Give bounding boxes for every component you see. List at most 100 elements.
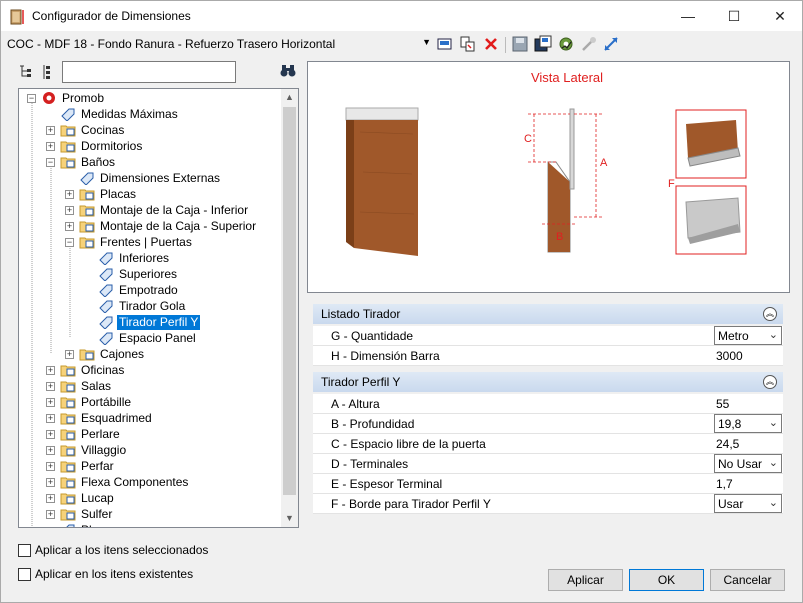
section-header-tirador-perfil-y[interactable]: Tirador Perfil Y ︽ — [313, 372, 783, 392]
tree-item-montaje-inferior[interactable]: Montaje de la Caja - Inferior — [79, 202, 250, 218]
scroll-down-icon[interactable]: ▼ — [281, 510, 298, 527]
tree-item-flexa-componentes[interactable]: Flexa Componentes — [60, 474, 190, 490]
folder-icon — [79, 221, 95, 233]
tree-expander[interactable]: + — [46, 494, 55, 503]
collapse-chevron-icon[interactable]: ︽ — [763, 307, 777, 321]
minimize-button[interactable]: — — [665, 1, 711, 31]
tree-item-espacio-panel[interactable]: Espacio Panel — [98, 330, 198, 346]
tree-item-dormitorios[interactable]: Dormitorios — [60, 138, 144, 154]
tree-item-label: Dimensiones Externas — [100, 170, 221, 185]
tree-item-cajones[interactable]: Cajones — [79, 346, 146, 362]
maximize-button[interactable]: ☐ — [711, 1, 757, 31]
prop-name: D - Terminales — [331, 457, 409, 471]
tree-expander[interactable]: + — [46, 430, 55, 439]
chevron-down-icon: ⌄ — [768, 497, 778, 509]
tree-item-banos[interactable]: Baños — [60, 154, 117, 170]
scroll-thumb[interactable] — [283, 107, 296, 495]
prop-value: Usar — [718, 497, 744, 511]
tree-expander[interactable]: + — [46, 366, 55, 375]
delete-config-icon[interactable] — [482, 35, 500, 53]
dim-label-b: B — [556, 231, 563, 243]
tag-icon — [99, 332, 113, 345]
tree-expander[interactable]: + — [46, 382, 55, 391]
tree-item-dimensiones-externas[interactable]: Dimensiones Externas — [79, 170, 222, 186]
tree-expander[interactable]: − — [65, 238, 74, 247]
copy-config-icon[interactable] — [459, 35, 477, 53]
borde-dropdown[interactable]: Usar ⌄ — [714, 494, 782, 513]
tree-item-sulfer[interactable]: Sulfer — [60, 506, 114, 522]
apply-button[interactable]: Aplicar — [548, 569, 623, 591]
tree-expander[interactable]: − — [46, 158, 55, 167]
tree-item-esquadrimed[interactable]: Esquadrimed — [60, 410, 154, 426]
espesor-terminal-value[interactable]: 1,7 — [716, 477, 781, 491]
tree-expander[interactable]: + — [65, 222, 74, 231]
settings-gear-icon[interactable] — [557, 35, 575, 53]
ok-button[interactable]: OK — [629, 569, 704, 591]
tree-item-frentes-puertas[interactable]: Frentes | Puertas — [79, 234, 194, 250]
prop-row-borde: F - Borde para Tirador Perfil Y Usar ⌄ — [313, 494, 783, 514]
tree-item-promob[interactable]: Promob — [41, 90, 106, 106]
close-button[interactable]: ✕ — [757, 1, 803, 31]
tree-item-portabille[interactable]: Portábille — [60, 394, 133, 410]
tree-item-salas[interactable]: Salas — [60, 378, 113, 394]
save-icon[interactable] — [511, 35, 529, 53]
tree-expander[interactable]: + — [65, 350, 74, 359]
tree-item-cocinas[interactable]: Cocinas — [60, 122, 126, 138]
dimension-barra-value[interactable]: 3000 — [716, 349, 781, 363]
tree-item-medidas-maximas[interactable]: Medidas Máximas — [60, 106, 180, 122]
tree-item-villaggio[interactable]: Villaggio — [60, 442, 128, 458]
tree-expander[interactable]: + — [46, 478, 55, 487]
tree-item-perlare[interactable]: Perlare — [60, 426, 122, 442]
tree-item-oficinas[interactable]: Oficinas — [60, 362, 126, 378]
tree-expander[interactable]: + — [65, 206, 74, 215]
tree-expander[interactable]: + — [46, 398, 55, 407]
category-tree[interactable]: − Promob Medidas Máximas + Cocinas + Dor… — [18, 88, 299, 528]
tree-item-empotrado[interactable]: Empotrado — [98, 282, 180, 298]
tree-search-input[interactable] — [62, 61, 236, 83]
tree-item-partial[interactable]: Pl — [60, 522, 94, 527]
altura-value[interactable]: 55 — [716, 397, 781, 411]
binoculars-icon[interactable] — [280, 64, 296, 78]
tree-expander[interactable]: − — [27, 94, 36, 103]
folder-icon — [60, 461, 76, 473]
quantidade-dropdown[interactable]: Metro ⌄ — [714, 326, 782, 345]
cancel-button[interactable]: Cancelar — [710, 569, 785, 591]
tree-item-inferiores[interactable]: Inferiores — [98, 250, 171, 266]
resize-arrows-icon[interactable] — [602, 35, 620, 53]
apply-existing-checkbox[interactable] — [18, 568, 31, 581]
espacio-libre-value[interactable]: 24,5 — [716, 437, 781, 451]
tree-expander[interactable]: + — [46, 126, 55, 135]
tree-expander[interactable]: + — [46, 414, 55, 423]
tree-item-superiores[interactable]: Superiores — [98, 266, 179, 282]
tree-item-perfar[interactable]: Perfar — [60, 458, 116, 474]
tree-item-label: Tirador Perfil Y — [117, 314, 201, 330]
tree-expander[interactable]: + — [46, 142, 55, 151]
tree-expander[interactable]: + — [46, 462, 55, 471]
section-header-listado-tirador[interactable]: Listado Tirador ︽ — [313, 304, 783, 324]
collapse-chevron-icon[interactable]: ︽ — [763, 375, 777, 389]
tree-item-placas[interactable]: Placas — [79, 186, 138, 202]
tree-expander[interactable]: + — [46, 510, 55, 519]
tree-scrollbar[interactable]: ▲ ▼ — [281, 89, 298, 527]
apply-existing-label: Aplicar en los itens existentes — [35, 567, 194, 581]
apply-config-icon[interactable] — [436, 35, 454, 53]
scroll-up-icon[interactable]: ▲ — [281, 89, 298, 106]
tree-item-label: Empotrado — [119, 282, 178, 297]
terminales-dropdown[interactable]: No Usar ⌄ — [714, 454, 782, 473]
tree-expander[interactable]: + — [65, 190, 74, 199]
tree-item-lucap[interactable]: Lucap — [60, 490, 116, 506]
prop-name: C - Espacio libre de la puerta — [331, 437, 486, 451]
tree-expand-icon[interactable] — [18, 64, 34, 80]
apply-selected-checkbox[interactable] — [18, 544, 31, 557]
tree-item-tirador-gola[interactable]: Tirador Gola — [98, 298, 187, 314]
tree-item-tirador-perfil-y[interactable]: Tirador Perfil Y — [98, 314, 201, 330]
profundidad-dropdown[interactable]: 19,8 ⌄ — [714, 414, 782, 433]
prop-row-espacio-libre: C - Espacio libre de la puerta 24,5 — [313, 434, 783, 454]
preview-title: Vista Lateral — [531, 70, 603, 85]
tree-collapse-icon[interactable] — [40, 64, 54, 80]
config-selector[interactable]: COC - MDF 18 - Fondo Ranura - Refuerzo T… — [7, 37, 433, 55]
tree-expander[interactable]: + — [46, 446, 55, 455]
save-as-icon[interactable] — [534, 35, 552, 53]
tree-item-montaje-superior[interactable]: Montaje de la Caja - Superior — [79, 218, 258, 234]
prop-row-altura: A - Altura 55 — [313, 394, 783, 414]
